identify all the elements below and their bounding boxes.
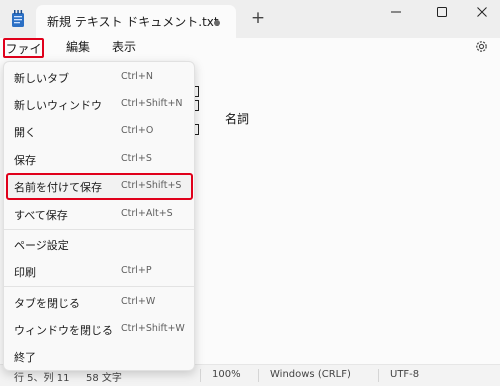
menu-item-shortcut: Ctrl+Shift+S — [121, 180, 182, 191]
menu-item-shortcut: Ctrl+Shift+N — [121, 98, 183, 109]
menu-divider — [4, 286, 194, 287]
menu-item-save-as[interactable]: 名前を付けて保存 Ctrl+Shift+S — [4, 173, 194, 200]
menu-item-label: 新しいタブ — [14, 72, 69, 85]
gear-icon[interactable] — [474, 39, 489, 54]
menu-item-shortcut: Ctrl+N — [121, 71, 153, 82]
close-icon — [477, 7, 487, 17]
close-button[interactable] — [464, 0, 500, 24]
zoom-level: 100% — [212, 369, 241, 380]
menu-item-page-setup[interactable]: ページ設定 — [4, 231, 194, 258]
menu-item-save-all[interactable]: すべて保存 Ctrl+Alt+S — [4, 201, 194, 228]
menu-item-label: 開く — [14, 126, 36, 139]
menu-item-close-tab[interactable]: タブを閉じる Ctrl+W — [4, 289, 194, 316]
menu-item-shortcut: Ctrl+O — [121, 125, 154, 136]
unsaved-dot-icon[interactable] — [214, 20, 220, 26]
menu-item-label: すべて保存 — [14, 209, 68, 222]
divider — [378, 369, 379, 382]
divider — [258, 369, 259, 382]
menu-edit[interactable]: 編集 — [66, 38, 90, 58]
menu-item-label: 新しいウィンドウ — [14, 99, 102, 112]
menu-file[interactable]: ファイル — [3, 38, 44, 74]
minimize-button[interactable] — [378, 0, 414, 24]
menu-item-label: タブを閉じる — [14, 297, 80, 310]
menu-item-shortcut: Ctrl+P — [121, 265, 152, 276]
menu-item-close-window[interactable]: ウィンドウを閉じる Ctrl+Shift+W — [4, 316, 194, 343]
maximize-button[interactable] — [424, 0, 460, 24]
divider — [200, 369, 201, 382]
menu-bar: ファイル 編集 表示 — [0, 38, 500, 74]
menu-item-label: ページ設定 — [14, 239, 69, 252]
menu-item-exit[interactable]: 終了 — [4, 343, 194, 370]
editor-text: 名詞 — [225, 112, 250, 126]
menu-item-label: ウィンドウを閉じる — [14, 324, 113, 337]
menu-item-label: 保存 — [14, 154, 36, 167]
file-menu-dropdown: 新しいタブ Ctrl+N 新しいウィンドウ Ctrl+Shift+N 開く Ct… — [3, 61, 195, 371]
tab-title: 新規 テキスト ドキュメント.txt — [47, 15, 219, 29]
menu-item-label: 印刷 — [14, 266, 36, 279]
document-tab[interactable]: 新規 テキスト ドキュメント.txt — [36, 5, 236, 38]
menu-item-new-tab[interactable]: 新しいタブ Ctrl+N — [4, 64, 194, 91]
menu-item-label: 終了 — [14, 351, 36, 364]
menu-item-print[interactable]: 印刷 Ctrl+P — [4, 258, 194, 285]
menu-item-save[interactable]: 保存 Ctrl+S — [4, 146, 194, 173]
minimize-icon — [391, 11, 401, 13]
cursor-position: 行 5、列 11 — [14, 373, 70, 384]
menu-item-label: 名前を付けて保存 — [14, 181, 102, 194]
menu-item-new-window[interactable]: 新しいウィンドウ Ctrl+Shift+N — [4, 91, 194, 118]
menu-view[interactable]: 表示 — [112, 38, 136, 58]
notepad-icon — [12, 10, 24, 27]
new-tab-button[interactable]: + — [248, 7, 268, 29]
menu-item-shortcut: Ctrl+Alt+S — [121, 208, 173, 219]
menu-item-shortcut: Ctrl+W — [121, 296, 156, 307]
encoding: UTF-8 — [390, 369, 420, 380]
char-count: 58 文字 — [86, 373, 122, 384]
menu-item-shortcut: Ctrl+S — [121, 153, 152, 164]
menu-divider — [4, 229, 194, 230]
maximize-icon — [437, 7, 447, 17]
menu-item-open[interactable]: 開く Ctrl+O — [4, 118, 194, 145]
line-ending: Windows (CRLF) — [270, 369, 351, 380]
menu-item-shortcut: Ctrl+Shift+W — [121, 323, 185, 334]
title-bar: 新規 テキスト ドキュメント.txt + — [0, 0, 500, 38]
